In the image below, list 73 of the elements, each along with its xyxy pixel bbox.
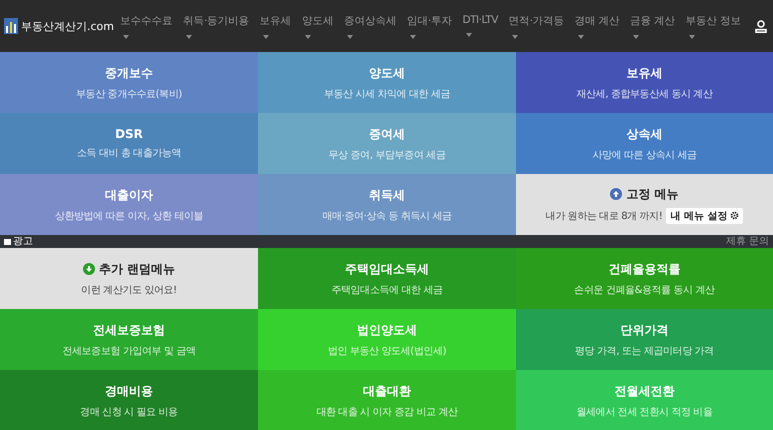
tile-title: 중개보수 bbox=[105, 64, 153, 82]
nav-menu-item[interactable]: 경매 계산 bbox=[574, 14, 620, 38]
nav-menu-item[interactable]: DTI·LTV bbox=[462, 14, 498, 38]
tile-description: 부동산 시세 차익에 대한 세금 bbox=[324, 88, 450, 100]
calculator-tile[interactable]: 증여세 무상 증여, 부담부증여 세금 bbox=[258, 113, 516, 174]
tile-title: 법인양도세 bbox=[357, 322, 417, 338]
tile-title: 대출대환 bbox=[363, 382, 411, 400]
calculator-tile[interactable]: 대출대환 대환 대출 시 이자 증감 비교 계산 bbox=[258, 370, 516, 430]
tile-title: 경매비용 bbox=[105, 382, 153, 400]
tile-description: 주택임대소득에 대한 세금 bbox=[331, 284, 443, 296]
nav-menu-item[interactable]: 부동산 정보 bbox=[686, 14, 741, 38]
tile-title: 대출이자 bbox=[105, 186, 153, 204]
nav-menu-item[interactable]: 면적·가격등 bbox=[508, 14, 564, 38]
arrow-down-circle-icon bbox=[82, 263, 95, 275]
calculator-tile[interactable]: 추가 랜덤메뉴 이런 계산기도 있어요! bbox=[0, 248, 258, 309]
tile-description: 이런 계산기도 있어요! bbox=[81, 284, 177, 296]
site-logo[interactable]: 부동산계산기.com bbox=[4, 18, 114, 34]
tile-description: 무상 증여, 부담부증여 세금 bbox=[328, 148, 446, 162]
tile-title: 전월세전환 bbox=[614, 382, 674, 400]
tile-description: 소득 대비 총 대출가능액 bbox=[76, 147, 182, 160]
tile-description: 법인 부동산 양도세(법인세) bbox=[328, 344, 446, 358]
calculator-tile[interactable]: 주택임대소득세 주택임대소득에 대한 세금 bbox=[258, 248, 516, 309]
calculator-tile[interactable]: 대출이자 상환방법에 따른 이자, 상환 테이블 bbox=[0, 174, 258, 235]
tile-title: 보유세 bbox=[626, 64, 662, 82]
calculator-tile[interactable]: 중개보수 부동산 중개수수료(복비) bbox=[0, 52, 258, 113]
tile-description: 전세보증보험 가입여부 및 금액 bbox=[62, 344, 196, 358]
calculator-tile[interactable]: 보유세 재산세, 종합부동산세 동시 계산 bbox=[516, 52, 773, 113]
bar-chart-icon bbox=[4, 18, 18, 34]
tile-title: 단위가격 bbox=[620, 322, 668, 338]
nav-menu-item[interactable]: 증여상속세 bbox=[344, 14, 396, 38]
tile-title: 증여세 bbox=[369, 126, 405, 142]
calculator-tile[interactable]: 상속세 사망에 따른 상속시 세금 bbox=[516, 113, 773, 174]
tile-description: 손쉬운 건폐율&용적률 동시 계산 bbox=[574, 284, 715, 296]
tile-title: 주택임대소득세 bbox=[345, 260, 429, 278]
tile-description: 월세에서 전세 전환시 적정 비율 bbox=[576, 406, 712, 418]
tile-description: 평당 가격, 또는 제곱미터당 가격 bbox=[575, 344, 714, 358]
arrow-up-circle-icon bbox=[610, 188, 622, 200]
tile-title: DSR bbox=[115, 127, 143, 141]
tile-description: 경매 신청 시 필요 비용 bbox=[80, 406, 178, 418]
partnership-link[interactable]: 제휴 문의 bbox=[726, 235, 769, 248]
tile-description: 대환 대출 시 이자 증감 비교 계산 bbox=[316, 406, 458, 418]
tile-title: 양도세 bbox=[369, 64, 405, 82]
nav-menu-item[interactable]: 보유세 bbox=[260, 14, 292, 38]
tile-description: 상환방법에 따른 이자, 상환 테이블 bbox=[54, 210, 204, 222]
user-icon[interactable] bbox=[755, 20, 767, 32]
tile-description: 재산세, 종합부동산세 동시 계산 bbox=[576, 88, 712, 100]
calculator-tile[interactable]: 경매비용 경매 신청 시 필요 비용 bbox=[0, 370, 258, 430]
calculator-tile[interactable]: 건폐율용적률 손쉬운 건폐율&용적률 동시 계산 bbox=[516, 248, 773, 309]
tile-title: 고정 메뉴 bbox=[626, 186, 679, 202]
calculator-tile[interactable]: 단위가격 평당 가격, 또는 제곱미터당 가격 bbox=[516, 309, 773, 370]
calculator-tile[interactable]: 취득세 매매·증여·상속 등 취득시 세금 bbox=[258, 174, 516, 235]
nav-menu-item[interactable]: 임대·투자 bbox=[407, 14, 452, 38]
tile-description: 매매·증여·상속 등 취득시 세금 bbox=[322, 210, 452, 222]
nav-menu-item[interactable]: 취득·등기비용 bbox=[183, 14, 249, 38]
nav-menu-item[interactable]: 보수수수료 bbox=[120, 14, 172, 38]
tile-title: 상속세 bbox=[626, 126, 662, 142]
nav-menu-item[interactable]: 금융 계산 bbox=[630, 14, 675, 38]
nav-menu-item[interactable]: 양도세 bbox=[302, 14, 334, 38]
tile-description: 사망에 따른 상속시 세금 bbox=[592, 148, 697, 162]
my-menu-settings-button[interactable]: 내 메뉴 설정 bbox=[666, 208, 744, 224]
tile-title: 취득세 bbox=[369, 186, 405, 204]
tile-title: 전세보증보험 bbox=[93, 322, 165, 338]
calculator-tile[interactable]: DSR 소득 대비 총 대출가능액 bbox=[0, 113, 258, 174]
tile-description: 부동산 중개수수료(복비) bbox=[76, 88, 182, 100]
calculator-tile[interactable]: 전세보증보험 전세보증보험 가입여부 및 금액 bbox=[0, 309, 258, 370]
ad-label: 광고 bbox=[4, 235, 33, 248]
tile-title: 건폐율용적률 bbox=[608, 260, 680, 278]
tile-title: 추가 랜덤메뉴 bbox=[98, 260, 176, 278]
calculator-tile[interactable]: 양도세 부동산 시세 차익에 대한 세금 bbox=[258, 52, 516, 113]
calculator-tile[interactable]: 고정 메뉴 내가 원하는 대로 8개 까지! 내 메뉴 설정 bbox=[516, 174, 773, 235]
site-name: 부동산계산기.com bbox=[21, 18, 114, 34]
tile-description: 내가 원하는 대로 8개 까지! bbox=[546, 210, 662, 222]
settings-icon bbox=[730, 211, 740, 220]
